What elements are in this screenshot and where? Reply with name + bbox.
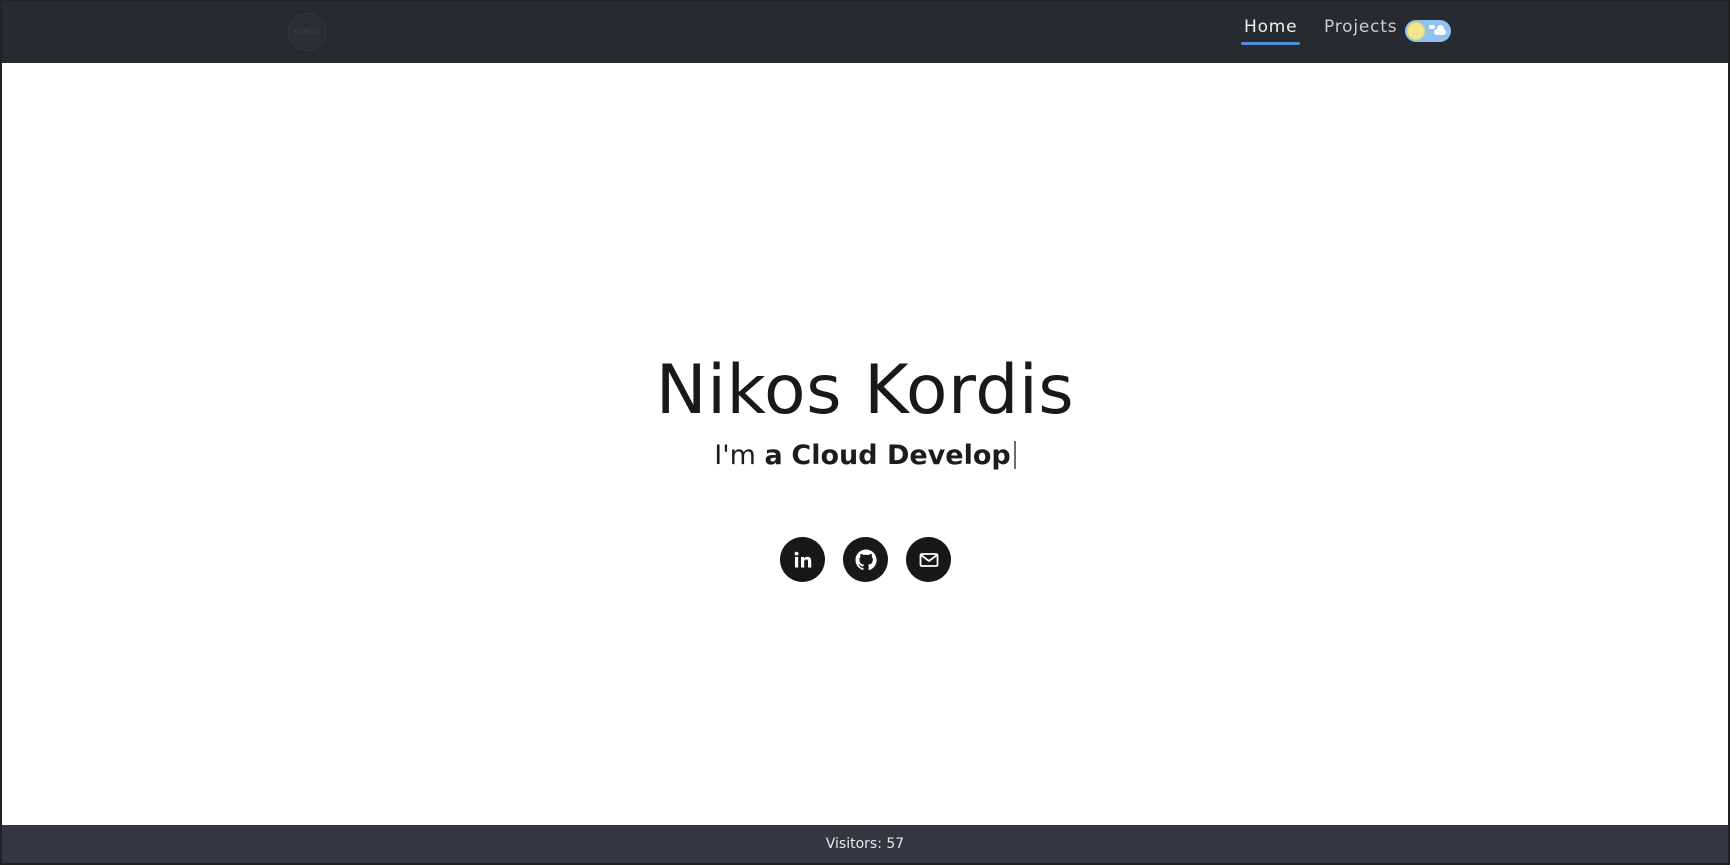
typed-role: Cloud Develop: [791, 440, 1011, 471]
github-icon: [855, 549, 877, 570]
page: KORDIS Home Projects Nikos Kordis I'm a …: [0, 0, 1730, 865]
footer: Visitors: 57: [2, 825, 1728, 863]
nav-link-home[interactable]: Home: [1240, 17, 1301, 45]
logo-text: KORDIS: [292, 28, 322, 36]
theme-toggle[interactable]: [1405, 20, 1451, 42]
cloud-icon: [1434, 25, 1446, 35]
sun-icon: [1407, 22, 1425, 40]
hero-name: Nikos Kordis: [655, 351, 1075, 430]
top-navbar: KORDIS Home Projects: [2, 1, 1728, 63]
nav-link-projects[interactable]: Projects: [1324, 17, 1397, 41]
mail-icon: [919, 552, 938, 567]
visitors-label: Visitors:: [825, 836, 882, 852]
site-logo[interactable]: KORDIS: [288, 13, 326, 51]
email-button[interactable]: [906, 537, 951, 582]
linkedin-button[interactable]: [780, 537, 825, 582]
intro-prefix: I'm: [714, 440, 756, 471]
linkedin-icon: [794, 551, 811, 567]
intro-article: a: [764, 440, 783, 471]
small-cloud-icon: [1429, 25, 1435, 29]
github-button[interactable]: [843, 537, 888, 582]
visitors-count: 57: [886, 836, 905, 852]
typing-caret: [1013, 441, 1016, 469]
hero-intro: I'm a Cloud Develop: [2, 440, 1728, 471]
social-links: [780, 537, 951, 582]
